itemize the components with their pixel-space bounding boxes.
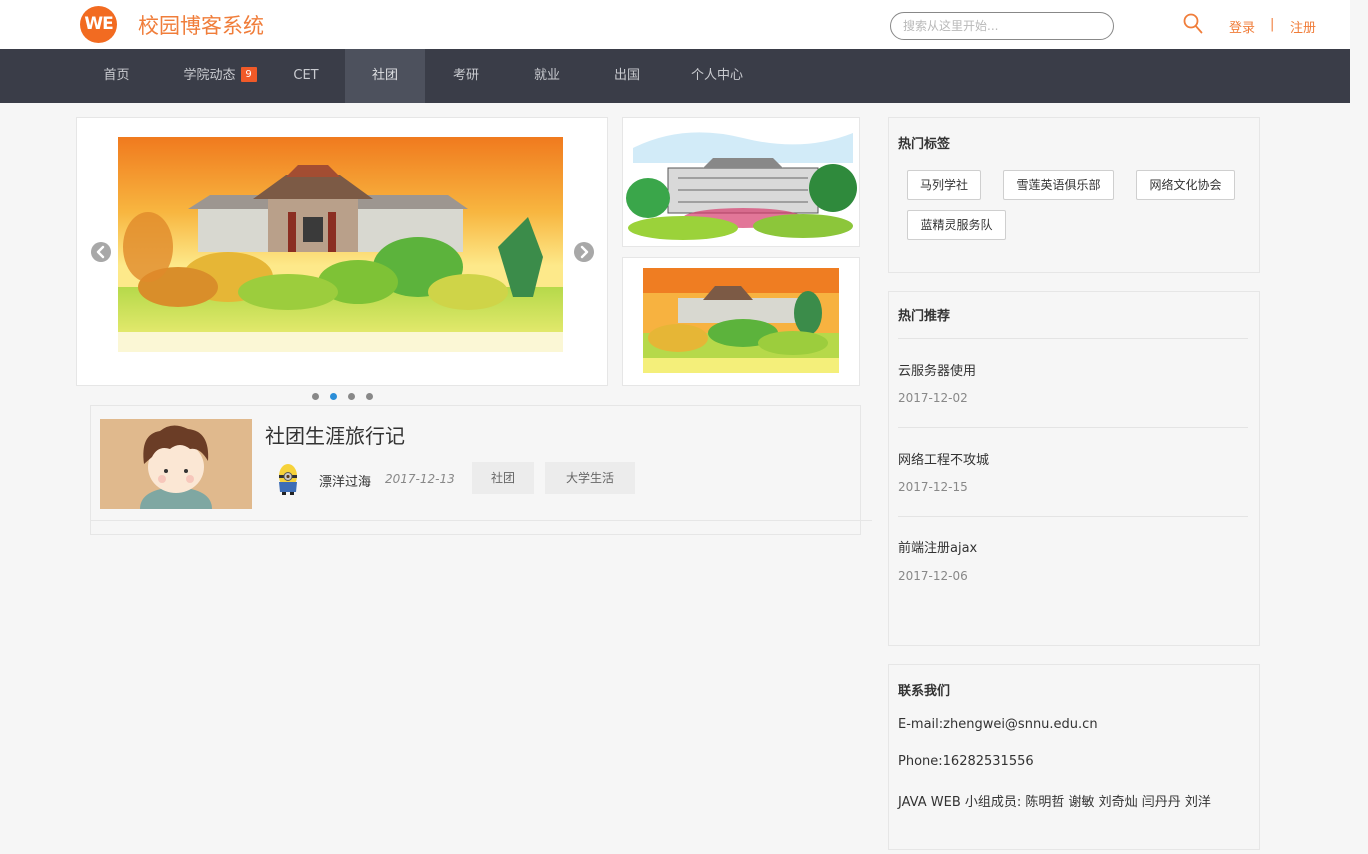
search-icon[interactable] [1183, 13, 1203, 35]
hot-tag[interactable]: 雪莲英语俱乐部 [1003, 170, 1114, 200]
article-card: 社团生涯旅行记 漂洋过海 2017-12-13 社团 大学生活 [90, 405, 872, 535]
nav-item-clubs[interactable]: 社团 [345, 49, 425, 103]
nav-item-home[interactable]: 首页 [80, 49, 153, 103]
carousel-slide-image[interactable] [118, 137, 563, 352]
carousel-next-button[interactable] [574, 242, 594, 262]
image-carousel [76, 117, 608, 386]
chevron-left-icon [96, 245, 105, 259]
site-logo[interactable]: WE [80, 6, 117, 43]
nav-item-label: 就业 [533, 68, 560, 83]
nav-item-label: 出国 [613, 68, 640, 83]
contact-phone: Phone:16282531556 [898, 754, 1034, 769]
contact-members: JAVA WEB 小组成员: 陈明哲 谢敏 刘奇灿 闫丹丹 刘洋 [898, 795, 1211, 810]
hot-tag[interactable]: 网络文化协会 [1136, 170, 1235, 200]
nav-item-label: 个人中心 [690, 68, 743, 83]
nav-item-cet[interactable]: CET [272, 49, 340, 103]
hot-recommend-panel: 热门推荐 云服务器使用 2017-12-02 网络工程不攻城 2017-12-1… [888, 291, 1260, 646]
nav-item-label: CET [293, 68, 319, 83]
article-date: 2017-12-13 [385, 472, 455, 486]
site-title[interactable]: 校园博客系统 [138, 10, 264, 40]
carousel-dot[interactable] [366, 393, 373, 400]
carousel-dot[interactable] [312, 393, 319, 400]
nav-item-postgrad[interactable]: 考研 [429, 49, 503, 103]
nav-item-label: 社团 [371, 68, 398, 83]
hot-tags-panel: 热门标签 马列学社 雪莲英语俱乐部 网络文化协会 蓝精灵服务队 [888, 117, 1260, 273]
campus-building-thumbnail[interactable] [622, 117, 860, 247]
nav-item-label: 考研 [452, 68, 479, 83]
nav-item-career[interactable]: 就业 [510, 49, 584, 103]
divider [898, 427, 1248, 428]
author-avatar[interactable] [276, 462, 300, 496]
author-name[interactable]: 漂洋过海 [319, 471, 371, 490]
search-input[interactable] [890, 12, 1114, 40]
article-tag[interactable]: 社团 [472, 462, 534, 494]
contact-email: E-mail:zhengwei@snnu.edu.cn [898, 717, 1098, 732]
carousel-dot-active[interactable] [330, 393, 337, 400]
recommend-item-title[interactable]: 前端注册ajax [898, 537, 977, 556]
login-link[interactable]: 登录 [1229, 17, 1255, 36]
auth-separator: | [1270, 17, 1275, 32]
hot-tag[interactable]: 蓝精灵服务队 [907, 210, 1006, 240]
article-tag[interactable]: 大学生活 [545, 462, 635, 494]
recommend-item-date: 2017-12-06 [898, 569, 968, 583]
carousel-dot[interactable] [348, 393, 355, 400]
divider [91, 520, 872, 521]
recommend-item-date: 2017-12-02 [898, 391, 968, 405]
recommend-item-title[interactable]: 云服务器使用 [898, 360, 976, 379]
hot-tags-title: 热门标签 [898, 137, 951, 152]
nav-item-abroad[interactable]: 出国 [590, 49, 664, 103]
carousel-prev-button[interactable] [91, 242, 111, 262]
recommend-item-title[interactable]: 网络工程不攻城 [898, 449, 989, 468]
contact-panel: 联系我们 E-mail:zhengwei@snnu.edu.cn Phone:1… [888, 664, 1260, 850]
article-cover-image[interactable] [100, 419, 252, 509]
hot-tag[interactable]: 马列学社 [907, 170, 981, 200]
contact-title: 联系我们 [898, 684, 951, 699]
divider [898, 338, 1248, 339]
nav-item-college-news[interactable]: 学院动态 9 [170, 49, 270, 103]
chevron-right-icon [580, 245, 589, 259]
campus-pavilion-thumbnail[interactable] [622, 257, 860, 386]
site-header: WE 校园博客系统 登录 | 注册 [0, 0, 1350, 49]
hot-recommend-title: 热门推荐 [898, 309, 951, 324]
nav-item-personal-center[interactable]: 个人中心 [676, 49, 758, 103]
register-link[interactable]: 注册 [1290, 17, 1316, 36]
nav-item-label: 首页 [103, 68, 130, 83]
article-title[interactable]: 社团生涯旅行记 [265, 420, 405, 449]
recommend-item-date: 2017-12-15 [898, 480, 968, 494]
divider [898, 516, 1248, 517]
notification-badge: 9 [240, 67, 257, 82]
main-nav: 首页 学院动态 9 CET 社团 考研 就业 出国 个人中心 [0, 49, 1350, 103]
nav-item-label: 学院动态 [183, 68, 236, 83]
